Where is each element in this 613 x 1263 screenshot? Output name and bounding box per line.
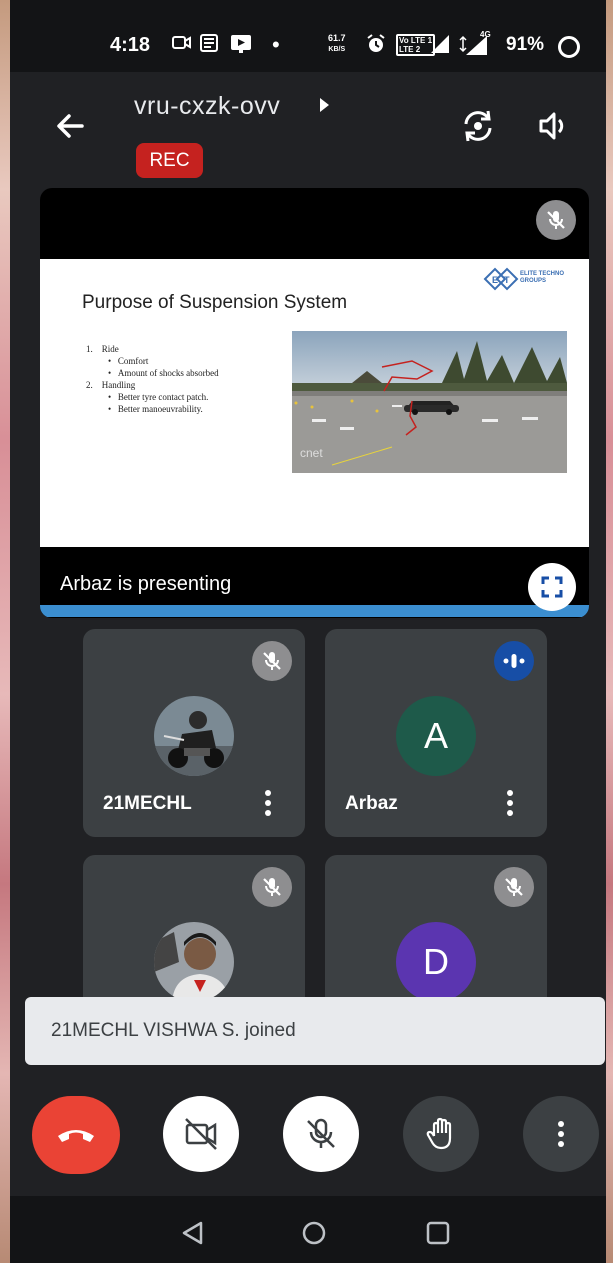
raise-hand-icon — [426, 1117, 452, 1150]
meet-screen: 4:18 • 61.7 KB/S Vo LTE 1 LTE 2 4G 91% v… — [10, 0, 606, 1263]
signal-icon — [430, 34, 450, 59]
camera-off-icon — [185, 1118, 217, 1150]
lte-line-2: LTE 2 — [399, 45, 421, 54]
meeting-code[interactable]: vru-cxzk-ovv — [134, 92, 280, 121]
battery-icon — [558, 36, 580, 58]
presentation-tile[interactable]: E T ELITE TECHNO GROUPS Purpose of Suspe… — [40, 188, 589, 618]
participant-tile[interactable]: A Arbaz — [325, 629, 547, 837]
status-time: 4:18 — [110, 34, 151, 56]
more-notifications-dot-icon: • — [272, 32, 280, 57]
avatar — [154, 922, 234, 1002]
participant-tile[interactable]: 21MECHL — [83, 629, 305, 837]
participant-name: Arbaz — [345, 793, 398, 814]
slide-subitem-text: Amount of shocks absorbed — [117, 368, 219, 378]
battery-percent: 91% — [506, 34, 545, 55]
join-notification-toast: 21MECHL VISHWA S. joined — [25, 997, 605, 1065]
back-arrow-icon[interactable] — [52, 106, 92, 146]
network-type: 4G — [480, 30, 491, 39]
mic-toggle-button[interactable] — [283, 1096, 359, 1172]
participant-mic-off-icon — [252, 867, 292, 907]
meeting-details-arrow-icon[interactable] — [320, 98, 329, 112]
slide-subitem: • Better tyre contact patch. — [108, 392, 209, 402]
fullscreen-icon — [541, 576, 563, 598]
slide-subitem-text: Better manoeuvrability. — [117, 404, 203, 414]
svg-text:T: T — [504, 275, 510, 285]
net-speed: 61.7 KB/S — [328, 33, 346, 55]
participant-more-icon[interactable] — [263, 789, 273, 817]
slide-subitem-text: Better tyre contact patch. — [117, 392, 209, 402]
more-options-button[interactable] — [523, 1096, 599, 1172]
switch-camera-icon[interactable] — [458, 106, 498, 146]
slide-item-1-num: 1. — [86, 344, 93, 354]
slide-item-1: 1. Ride — [86, 343, 219, 355]
photo-watermark: cnet — [300, 446, 323, 460]
lte-line-1: Vo LTE 1 — [399, 36, 433, 45]
slide-item-2: 2. Handling — [86, 379, 219, 391]
slide-bullet-list: 1. Ride • Comfort • Amount of shocks abs… — [86, 343, 219, 415]
slide-item-2-num: 2. — [86, 380, 93, 390]
slide-bottom-bar — [40, 605, 589, 617]
participant-mic-off-icon — [494, 867, 534, 907]
speaking-indicator-icon — [494, 641, 534, 681]
avatar — [154, 696, 234, 776]
logo-line-1: ELITE TECHNO — [520, 271, 565, 277]
end-call-button[interactable] — [32, 1096, 120, 1174]
participant-name: 21MECHL — [103, 793, 192, 814]
net-speed-unit: KB/S — [328, 46, 346, 53]
mic-off-icon — [307, 1118, 335, 1148]
net-speed-value: 61.7 — [328, 33, 346, 43]
slide-car-photo: cnet — [292, 331, 567, 473]
logo-line-2: GROUPS — [520, 278, 547, 284]
camera-toggle-button[interactable] — [163, 1096, 239, 1172]
presenting-label: Arbaz is presenting — [60, 573, 232, 595]
speaker-icon[interactable] — [536, 108, 572, 144]
more-options-icon — [558, 1121, 564, 1147]
fullscreen-button[interactable] — [528, 563, 576, 611]
nav-recents-icon[interactable] — [425, 1220, 451, 1246]
nav-home-icon[interactable] — [301, 1220, 327, 1246]
status-bar: 4:18 • 61.7 KB/S Vo LTE 1 LTE 2 4G 91% — [10, 0, 606, 72]
android-nav-bar — [10, 1196, 606, 1263]
recording-badge: REC — [136, 143, 203, 178]
presentation-notification-icon — [230, 34, 252, 59]
shared-slide: E T ELITE TECHNO GROUPS Purpose of Suspe… — [40, 259, 589, 617]
svg-text:E: E — [492, 275, 498, 285]
slide-subitem: • Amount of shocks absorbed — [108, 368, 219, 378]
raise-hand-button[interactable] — [403, 1096, 479, 1172]
alarm-icon — [366, 34, 386, 59]
slide-subitem-text: Comfort — [117, 356, 149, 366]
nav-back-icon[interactable] — [180, 1220, 206, 1246]
participant-mic-off-icon — [252, 641, 292, 681]
presenter-mic-off-icon — [536, 200, 576, 240]
avatar: D — [396, 922, 476, 1002]
end-call-icon — [58, 1130, 94, 1142]
slide-item-1-text: Ride — [101, 344, 119, 354]
slide-item-2-text: Handling — [101, 380, 136, 390]
participant-more-icon[interactable] — [505, 789, 515, 817]
avatar: A — [396, 696, 476, 776]
slide-title: Purpose of Suspension System — [82, 292, 348, 313]
video-notification-icon — [172, 34, 192, 57]
slide-subitem: • Better manoeuvrability. — [108, 404, 203, 414]
slide-subitem: • Comfort — [108, 356, 149, 366]
slide-logo-text: ELITE TECHNO GROUPS — [520, 271, 564, 285]
news-notification-icon — [200, 34, 218, 57]
